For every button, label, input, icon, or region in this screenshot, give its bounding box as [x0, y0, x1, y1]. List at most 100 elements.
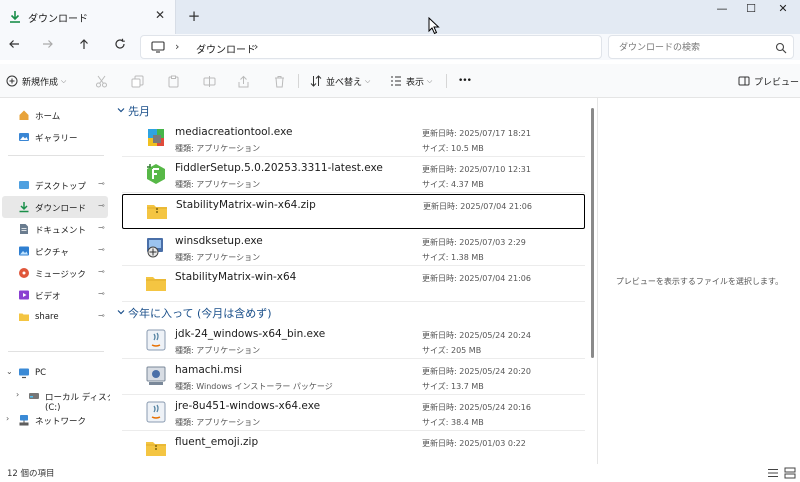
- file-type: 種類: アプリケーション: [175, 346, 261, 355]
- pin-icon: ⊸: [98, 179, 105, 188]
- forward-button[interactable]: [38, 38, 58, 56]
- sidebar-item-gallery[interactable]: ギャラリー: [2, 126, 108, 148]
- tab-title: ダウンロード: [28, 14, 88, 25]
- rename-button[interactable]: [200, 72, 218, 90]
- fiddler-icon: [147, 164, 165, 184]
- folder-icon: [19, 313, 29, 321]
- file-row[interactable]: jre-8u451-windows-x64.exe 種類: アプリケーション 更…: [122, 396, 585, 431]
- command-bar: 新規作成 ⌵ 並べ替え ⌵ 表示 ⌵ ••• プレビュー: [0, 64, 800, 98]
- sidebar-item-music[interactable]: ミュージック ⊸: [2, 262, 108, 284]
- refresh-icon: [115, 38, 125, 49]
- search-input[interactable]: [619, 40, 769, 55]
- sort-button[interactable]: 並べ替え ⌵: [310, 73, 370, 89]
- up-button[interactable]: [74, 38, 94, 56]
- file-row[interactable]: StabilityMatrix-win-x64 更新日時: 2025/07/04…: [122, 267, 585, 302]
- sidebar-item-network[interactable]: › ネットワーク: [2, 409, 108, 431]
- group-header-this-year[interactable]: 今年に入って (今月は含めず): [110, 302, 590, 324]
- sidebar-item-home[interactable]: ホーム: [2, 104, 108, 126]
- search-icon[interactable]: [775, 42, 787, 54]
- monitor-icon: [151, 41, 165, 53]
- vertical-scrollbar[interactable]: [591, 108, 594, 358]
- breadcrumb-separator[interactable]: ›: [175, 40, 179, 53]
- gallery-icon: [19, 133, 29, 141]
- sidebar-item-label: デスクトップ: [35, 182, 87, 192]
- preview-button[interactable]: プレビュー: [738, 73, 799, 89]
- file-row[interactable]: jdk-24_windows-x64_bin.exe 種類: アプリケーション …: [122, 324, 585, 359]
- view-button[interactable]: 表示 ⌵: [390, 73, 432, 89]
- file-size: サイズ: 10.5 MB: [422, 144, 484, 153]
- sidebar-item-label: PC: [35, 368, 47, 378]
- sidebar-item-documents[interactable]: ドキュメント ⊸: [2, 218, 108, 240]
- sidebar-item-share[interactable]: share ⊸: [2, 306, 108, 328]
- file-size: サイズ: 4.37 MB: [422, 180, 484, 189]
- chevron-right-icon[interactable]: ›: [16, 390, 19, 399]
- pictures-icon: [19, 246, 29, 256]
- sidebar-item-desktop[interactable]: デスクトップ ⊸: [2, 174, 108, 196]
- chevron-down-icon: ⌵: [427, 76, 433, 85]
- sidebar-item-local-disk[interactable]: › ローカル ディスク (C:): [12, 385, 118, 413]
- address-bar[interactable]: › ダウンロード ›: [140, 35, 602, 59]
- back-button[interactable]: [4, 38, 24, 56]
- file-name: StabilityMatrix-win-x64.zip: [176, 199, 316, 211]
- share-button[interactable]: [234, 72, 252, 90]
- file-row[interactable]: FiddlerSetup.5.0.20253.3311-latest.exe 種…: [122, 158, 585, 193]
- file-type: 種類: アプリケーション: [175, 180, 261, 189]
- chevron-right-icon[interactable]: ›: [6, 414, 9, 423]
- tab-downloads[interactable]: ダウンロード ✕: [0, 0, 176, 34]
- file-size: サイズ: 13.7 MB: [422, 382, 484, 391]
- group-header-last-month[interactable]: 先月: [110, 100, 590, 122]
- installer-icon: [148, 129, 164, 146]
- file-row[interactable]: StabilityMatrix-win-x64.zip 更新日時: 2025/0…: [122, 194, 585, 229]
- file-name: hamachi.msi: [175, 364, 243, 376]
- preview-pane-icon: [738, 76, 750, 86]
- file-row[interactable]: winsdksetup.exe 種類: アプリケーション 更新日時: 2025/…: [122, 231, 585, 266]
- close-tab-button[interactable]: ✕: [153, 8, 167, 24]
- trash-icon: [274, 75, 284, 87]
- sidebar-item-downloads[interactable]: ダウンロード ⊸: [2, 196, 108, 218]
- cut-button[interactable]: [92, 72, 110, 90]
- tiles-view-icon[interactable]: [784, 467, 796, 479]
- chevron-down-icon: ⌵: [365, 76, 371, 85]
- delete-button[interactable]: [270, 72, 288, 90]
- setup-icon: [147, 238, 163, 258]
- view-list-icon: [391, 76, 401, 86]
- search-box[interactable]: [608, 35, 794, 59]
- file-row[interactable]: fluent_emoji.zip 更新日時: 2025/01/03 0:22: [122, 432, 585, 464]
- refresh-button[interactable]: [110, 38, 130, 56]
- file-row[interactable]: mediacreationtool.exe 種類: アプリケーション 更新日時:…: [122, 122, 585, 157]
- arrow-right-icon: [43, 40, 53, 48]
- details-view-icon[interactable]: [767, 467, 779, 479]
- breadcrumb-downloads[interactable]: ダウンロード: [196, 41, 256, 56]
- pin-icon: ⊸: [98, 289, 105, 298]
- breadcrumb-separator[interactable]: ›: [254, 40, 258, 53]
- video-icon: [19, 290, 29, 300]
- sidebar-item-pc[interactable]: ⌄ PC: [2, 362, 108, 384]
- file-name: FiddlerSetup.5.0.20253.3311-latest.exe: [175, 162, 383, 174]
- file-date: 更新日時: 2025/07/10 12:31: [422, 165, 531, 174]
- maximize-button[interactable]: ☐: [734, 0, 768, 18]
- address-row: › ダウンロード ›: [0, 34, 800, 60]
- copy-button[interactable]: [128, 72, 146, 90]
- chevron-down-icon: ⌵: [61, 76, 67, 85]
- sidebar-item-videos[interactable]: ビデオ ⊸: [2, 284, 108, 306]
- folder-icon: [146, 277, 166, 291]
- network-icon: [19, 415, 29, 426]
- more-options-button[interactable]: •••: [458, 73, 472, 89]
- pin-icon: ⊸: [98, 245, 105, 254]
- file-size: サイズ: 38.4 MB: [422, 418, 484, 427]
- copy-icon: [131, 75, 143, 87]
- share-icon: [238, 75, 248, 87]
- new-tab-button[interactable]: +: [186, 7, 202, 25]
- sidebar-item-label: ミュージック: [35, 270, 86, 280]
- file-date: 更新日時: 2025/07/03 2:29: [422, 238, 526, 247]
- view-button-label: 表示: [406, 77, 425, 88]
- close-window-button[interactable]: ✕: [766, 0, 800, 18]
- file-row[interactable]: hamachi.msi 種類: Windows インストーラー パッケージ 更新…: [122, 360, 585, 395]
- chevron-down-icon[interactable]: ⌄: [6, 367, 13, 376]
- sidebar-item-pictures[interactable]: ピクチャ ⊸: [2, 240, 108, 262]
- file-date: 更新日時: 2025/05/24 20:16: [422, 403, 531, 412]
- paste-button[interactable]: [164, 72, 182, 90]
- scissors-icon: [95, 75, 107, 87]
- navigation-pane: ホーム ギャラリー デスクトップ ⊸ ダウンロード ⊸ ドキュメント ⊸ ピクチ…: [0, 98, 115, 464]
- new-button[interactable]: 新規作成 ⌵: [6, 73, 66, 89]
